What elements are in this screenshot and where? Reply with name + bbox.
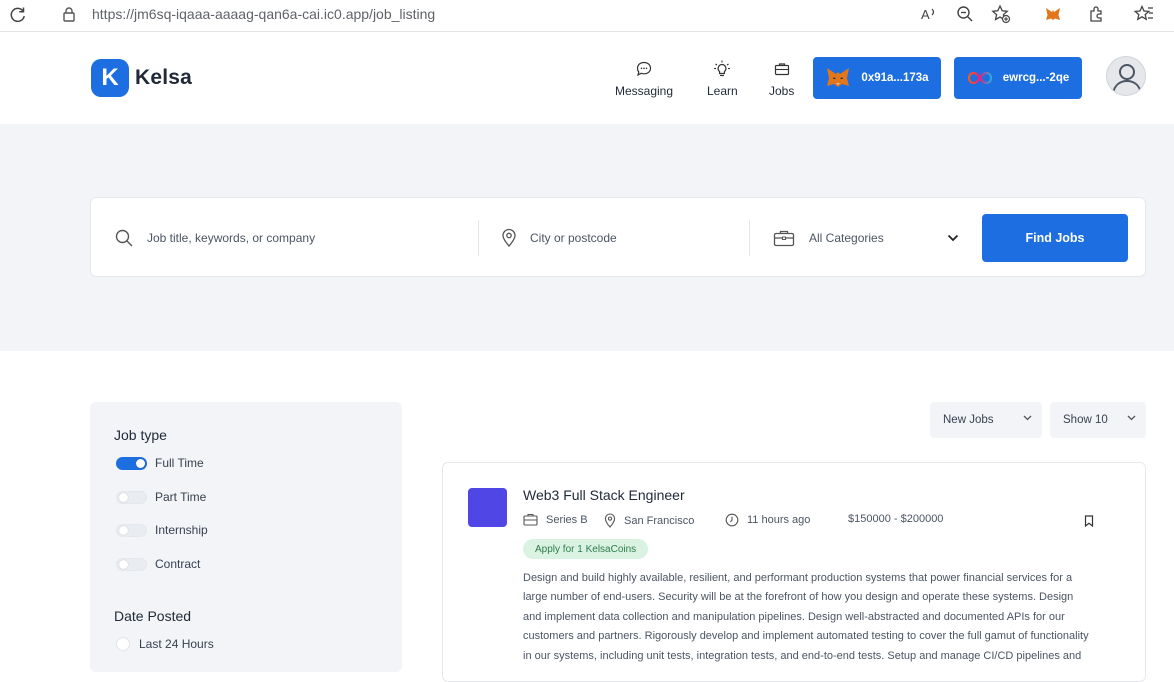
- nav-label-messaging: Messaging: [615, 84, 674, 98]
- ii-principal: ewrcg...-2qe: [1002, 72, 1070, 84]
- metamask-fox-icon: [825, 66, 851, 90]
- avatar[interactable]: [1106, 56, 1146, 96]
- description-line: in our systems, including unit tests, in…: [523, 649, 1082, 662]
- posted-text: 11 hours ago: [747, 514, 811, 526]
- job-description: Design and build highly available, resil…: [523, 569, 1127, 666]
- location-field[interactable]: City or postcode: [501, 198, 741, 278]
- read-aloud-icon[interactable]: A: [920, 4, 940, 24]
- chevron-down-icon: [947, 234, 959, 242]
- metamask-wallet-button[interactable]: 0x91a...173a: [813, 57, 941, 99]
- briefcase-icon: [523, 513, 538, 526]
- zoom-out-icon[interactable]: [955, 4, 975, 24]
- job-type-part-time[interactable]: Part Time: [116, 490, 206, 504]
- lightbulb-icon: [714, 60, 731, 77]
- location-text: San Francisco: [624, 514, 695, 527]
- filters-sidebar: Job type Full Time Part Time Internship …: [90, 402, 402, 672]
- favorite-add-icon[interactable]: [991, 4, 1011, 24]
- sort-order-value: New Jobs: [943, 414, 994, 426]
- category-selected: All Categories: [809, 231, 884, 245]
- bookmark-icon[interactable]: [1084, 514, 1094, 532]
- posted-time: 11 hours ago: [725, 513, 810, 527]
- toggle-switch[interactable]: [116, 490, 147, 504]
- search-hero: Job title, keywords, or company City or …: [0, 124, 1174, 351]
- location-placeholder: City or postcode: [530, 231, 617, 245]
- reload-icon[interactable]: [8, 5, 28, 25]
- keyword-search-field[interactable]: Job title, keywords, or company: [115, 198, 475, 278]
- stage-text: Series B: [546, 513, 588, 526]
- toggle-switch[interactable]: [116, 523, 147, 537]
- briefcase-icon: [774, 63, 789, 76]
- job-card[interactable]: Web3 Full Stack Engineer Series B San Fr…: [442, 462, 1146, 682]
- url-text: https://jm6sq-iqaaa-aaaag-qan6a-cai.ic0.…: [92, 6, 436, 22]
- job-search-bar: Job title, keywords, or company City or …: [90, 197, 1146, 277]
- chat-icon: [636, 61, 652, 77]
- address-bar[interactable]: https://jm6sq-iqaaa-aaaag-qan6a-cai.ic0.…: [44, 0, 1024, 28]
- job-type-full-time[interactable]: Full Time: [116, 456, 204, 470]
- description-line: customers and partners. Rigorously devel…: [523, 630, 1089, 643]
- salary-range: $150000 - $200000: [848, 513, 943, 525]
- chevron-down-icon: [1023, 415, 1032, 421]
- infinity-icon: [967, 71, 993, 85]
- description-line: large number of end-users. Security will…: [523, 591, 1074, 604]
- user-icon: [1112, 64, 1142, 94]
- page-size-select[interactable]: Show 10: [1050, 402, 1146, 438]
- apply-coins-badge[interactable]: Apply for 1 KelsaCoins: [523, 539, 649, 559]
- radio-button[interactable]: [116, 637, 130, 651]
- logo-text: Kelsa: [135, 66, 193, 89]
- job-type-internship[interactable]: Internship: [116, 523, 208, 537]
- job-type-contract[interactable]: Contract: [116, 557, 200, 571]
- site-header: K Kelsa Messaging Learn Jobs 0x91a...173…: [0, 32, 1174, 124]
- date-option-last-24-hours[interactable]: Last 24 Hours: [116, 637, 214, 651]
- page-size-value: Show 10: [1063, 414, 1108, 426]
- clock-icon: [725, 513, 739, 527]
- extensions-icon[interactable]: [1087, 4, 1107, 24]
- search-divider: [749, 220, 750, 256]
- keyword-placeholder: Job title, keywords, or company: [147, 231, 316, 245]
- favorites-icon[interactable]: [1134, 4, 1154, 24]
- job-title[interactable]: Web3 Full Stack Engineer: [523, 487, 685, 503]
- salary-text: $150000 - $200000: [848, 513, 944, 525]
- briefcase-icon: [773, 230, 795, 247]
- search-icon: [115, 229, 133, 247]
- description-line: and implement data collection and manipu…: [523, 610, 1065, 623]
- job-location: San Francisco: [604, 513, 694, 528]
- job-type-title: Job type: [114, 427, 167, 443]
- map-pin-icon: [604, 513, 616, 528]
- logo-mark: K: [91, 59, 129, 97]
- company-logo: [468, 488, 507, 527]
- metamask-address: 0x91a...173a: [861, 72, 929, 84]
- date-option-label: Last 24 Hours: [139, 637, 214, 651]
- nav-jobs[interactable]: Jobs: [769, 60, 794, 98]
- job-type-label: Full Time: [155, 456, 204, 470]
- nav-messaging[interactable]: Messaging: [615, 60, 673, 98]
- svg-text:A: A: [921, 7, 930, 22]
- sort-order-select[interactable]: New Jobs: [930, 402, 1042, 438]
- job-type-label: Contract: [155, 557, 201, 571]
- find-jobs-button[interactable]: Find Jobs: [982, 214, 1128, 262]
- internet-identity-wallet-button[interactable]: ewrcg...-2qe: [954, 57, 1082, 99]
- lock-icon: [62, 6, 76, 22]
- nav-learn[interactable]: Learn: [707, 60, 738, 98]
- description-line: Design and build highly available, resil…: [523, 572, 1073, 584]
- toggle-switch[interactable]: [116, 557, 147, 571]
- job-type-label: Internship: [155, 523, 208, 537]
- browser-toolbar: https://jm6sq-iqaaa-aaaag-qan6a-cai.ic0.…: [0, 0, 1174, 32]
- chevron-down-icon: [1127, 415, 1136, 421]
- map-pin-icon: [502, 228, 516, 247]
- category-select[interactable]: All Categories: [773, 198, 967, 278]
- metamask-extension-icon[interactable]: [1043, 4, 1063, 24]
- nav-label-jobs: Jobs: [769, 84, 795, 98]
- kelsa-logo[interactable]: K Kelsa: [91, 59, 192, 97]
- nav-label-learn: Learn: [707, 84, 738, 98]
- company-stage: Series B: [523, 513, 588, 526]
- search-divider: [478, 220, 479, 256]
- date-posted-title: Date Posted: [114, 608, 192, 624]
- job-type-label: Part Time: [155, 490, 207, 504]
- toggle-switch[interactable]: [116, 456, 147, 470]
